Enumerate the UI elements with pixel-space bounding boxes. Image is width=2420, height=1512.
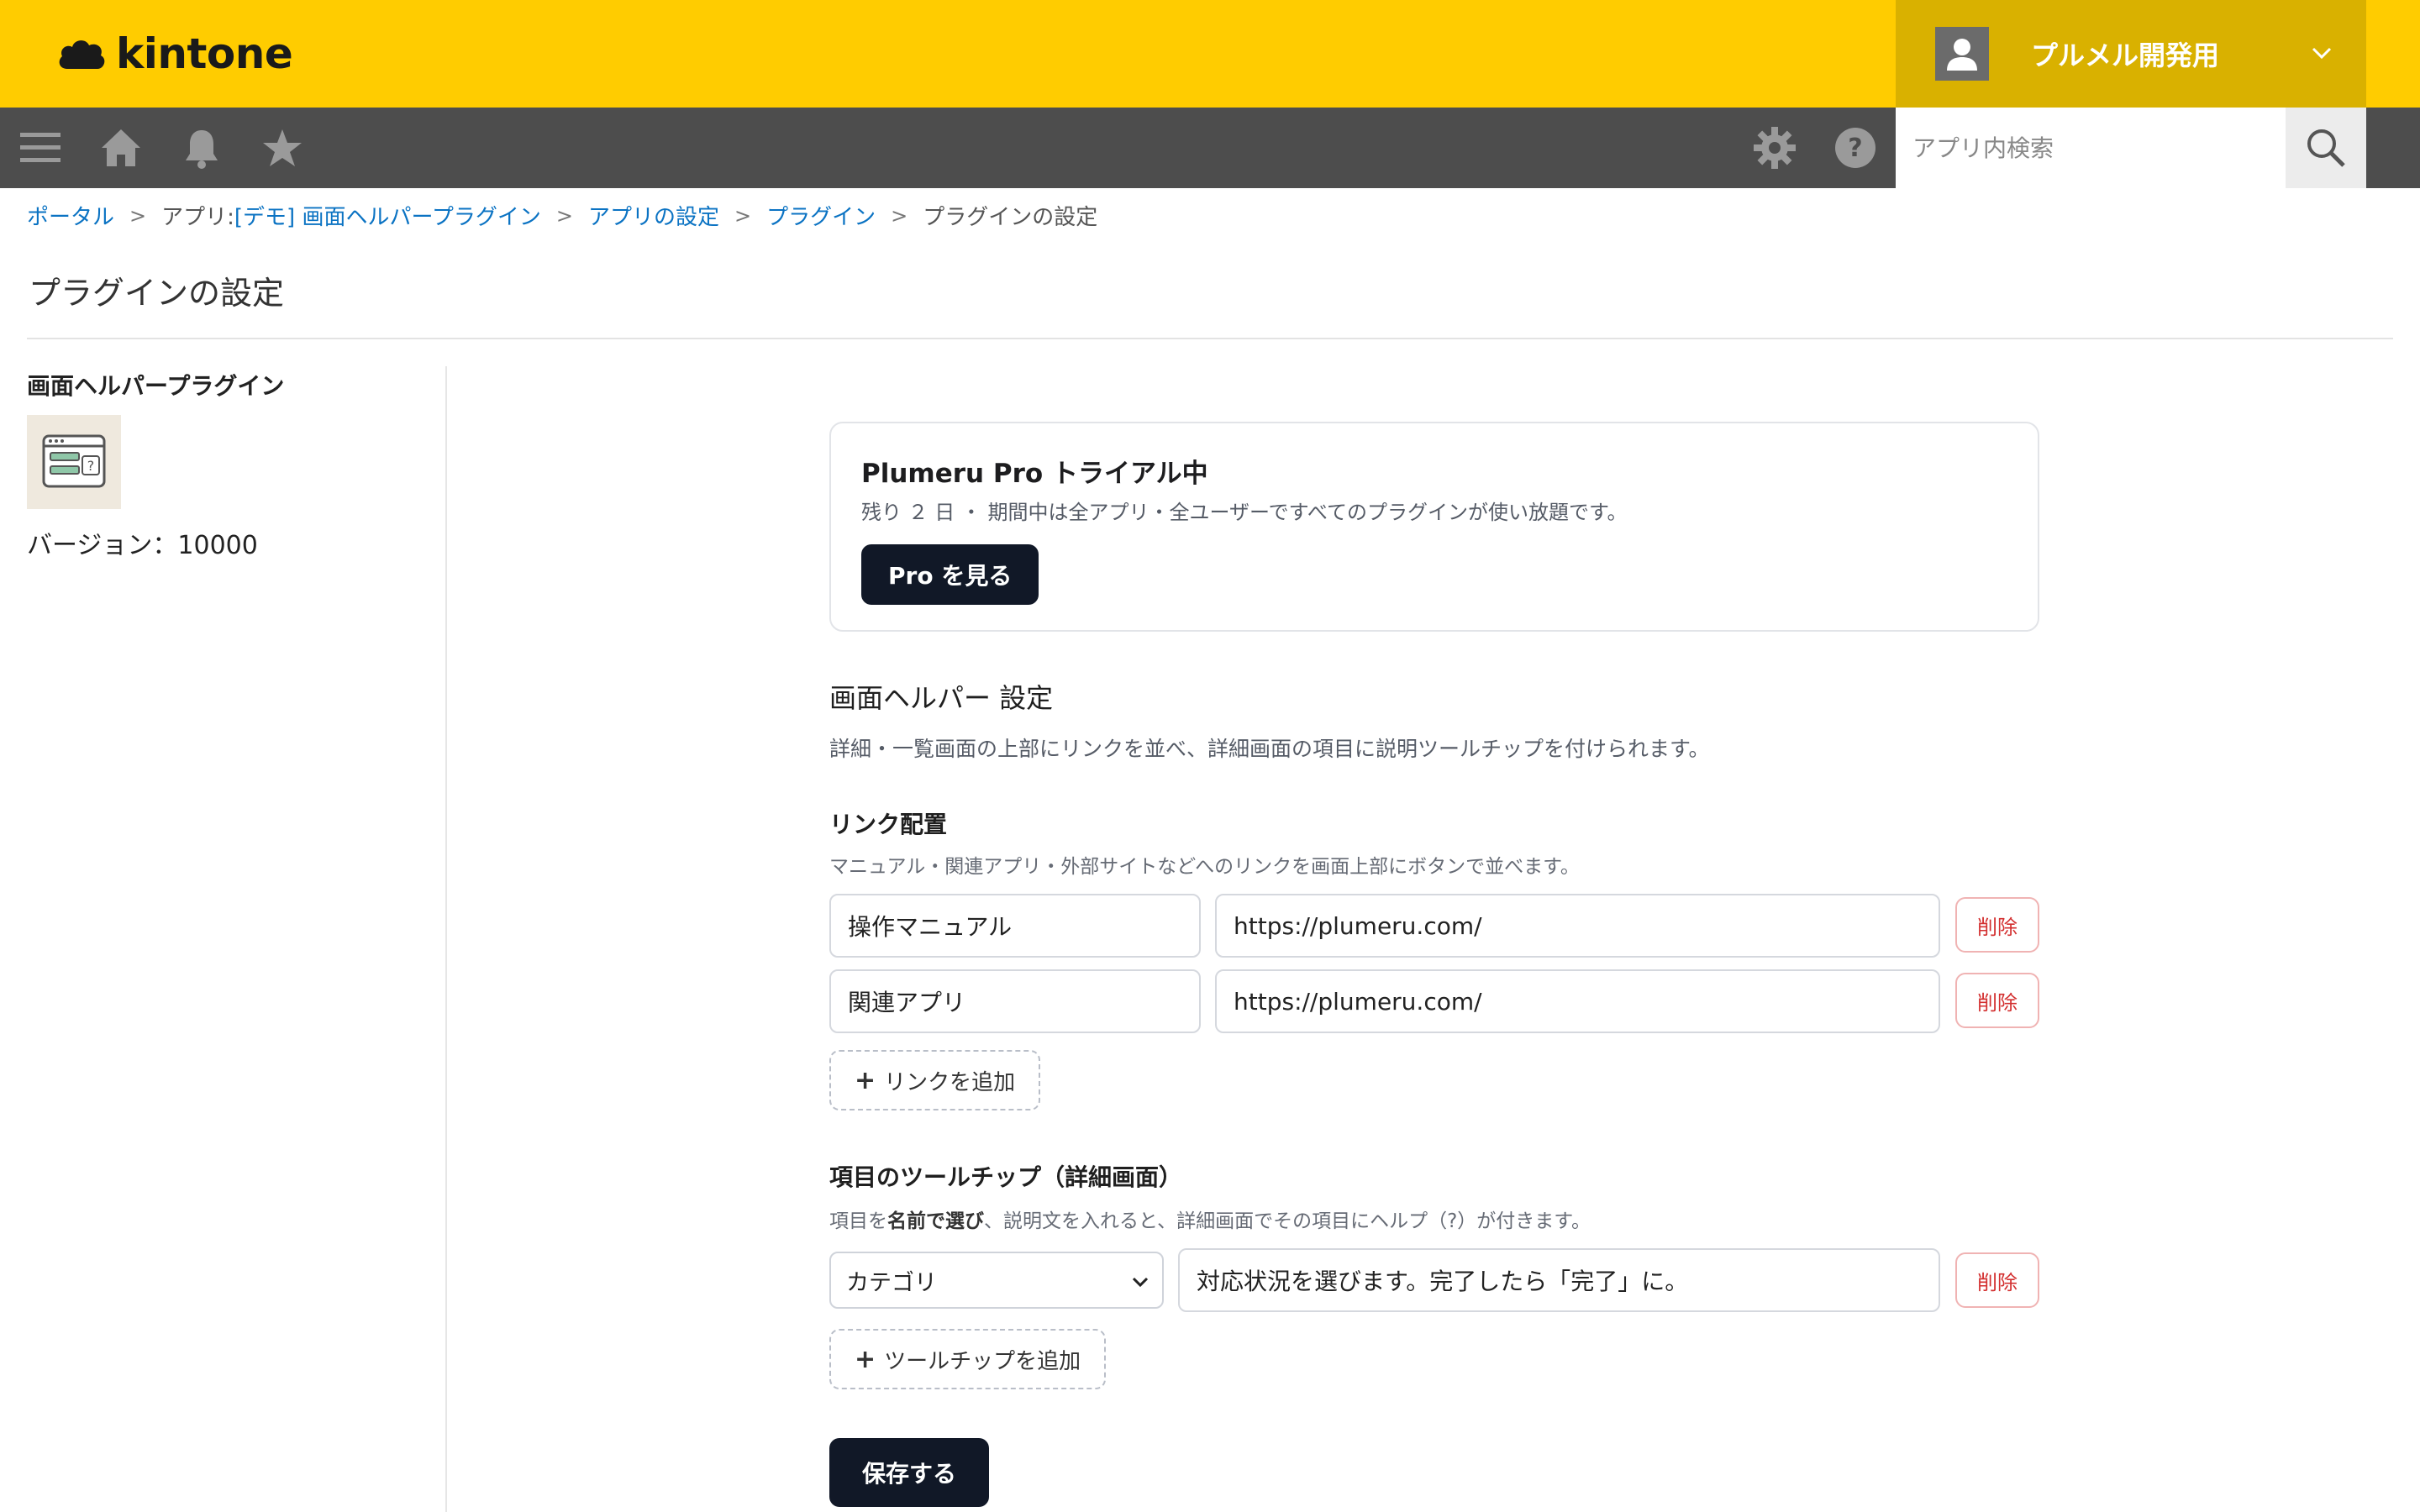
- search-input[interactable]: [1896, 108, 2289, 188]
- top-header: kintone プルメル開発用: [0, 0, 2420, 108]
- plus-icon: +: [855, 1344, 876, 1374]
- tooltip-text-input[interactable]: [1178, 1248, 1940, 1312]
- link-url-input[interactable]: [1215, 894, 1940, 958]
- user-name: プルメル開発用: [2031, 39, 2220, 71]
- delete-link-button[interactable]: 削除: [1955, 897, 2039, 953]
- breadcrumb: ポータル > アプリ: [デモ] 画面ヘルパープラグイン > アプリの設定 > …: [27, 200, 1097, 231]
- view-pro-button[interactable]: Pro を見る: [861, 544, 1039, 605]
- pro-card-title: Plumeru Pro トライアル中: [861, 459, 1208, 489]
- save-button[interactable]: 保存する: [829, 1438, 989, 1507]
- breadcrumb-app-prefix: アプリ:: [161, 205, 234, 230]
- link-label-input[interactable]: [829, 894, 1201, 958]
- add-tooltip-button[interactable]: + ツールチップを追加: [829, 1329, 1107, 1389]
- breadcrumb-current: プラグインの設定: [923, 205, 1098, 230]
- kintone-logo[interactable]: kintone: [55, 27, 293, 81]
- user-icon: [1947, 39, 1977, 71]
- breadcrumb-separator: >: [891, 203, 908, 228]
- breadcrumb-separator: >: [129, 203, 147, 228]
- breadcrumb-app[interactable]: [デモ] 画面ヘルパープラグイン: [234, 200, 541, 231]
- plugin-name: 画面ヘルパープラグイン: [27, 372, 285, 400]
- add-link-button[interactable]: + リンクを追加: [829, 1050, 1041, 1110]
- pro-trial-card: Plumeru Pro トライアル中 残り ２ 日 ・ 期間中は全アプリ・全ユー…: [829, 422, 2039, 632]
- settings-title: 画面ヘルパー 設定: [829, 682, 1054, 714]
- page-title: プラグインの設定: [29, 275, 285, 312]
- delete-link-button[interactable]: 削除: [1955, 973, 2039, 1028]
- help-icon[interactable]: ?: [1832, 124, 1879, 171]
- pro-card-subtitle: 残り ２ 日 ・ 期間中は全アプリ・全ユーザーですべてのプラグインが使い放題です…: [861, 501, 1628, 524]
- avatar: [1935, 27, 1989, 81]
- gear-icon[interactable]: [1751, 124, 1798, 171]
- chevron-down-icon: [1132, 1277, 1149, 1288]
- link-label-input[interactable]: [829, 969, 1201, 1033]
- breadcrumb-plugins[interactable]: プラグイン: [766, 200, 876, 231]
- search-button[interactable]: [2286, 108, 2366, 188]
- search-icon: [2307, 129, 2345, 167]
- links-section-description: マニュアル・関連アプリ・外部サイトなどへのリンクを画面上部にボタンで並べます。: [829, 856, 1580, 878]
- cloud-logo-icon: [59, 40, 105, 69]
- bell-icon[interactable]: [178, 124, 225, 171]
- links-section-title: リンク配置: [829, 811, 948, 838]
- tooltip-section-title: 項目のツールチップ（詳細画面）: [829, 1163, 1183, 1191]
- menu-icon[interactable]: [17, 124, 64, 171]
- settings-description: 詳細・一覧画面の上部にリンクを並べ、詳細画面の項目に説明ツールチップを付けられま…: [829, 737, 1710, 761]
- logo-text: kintone: [116, 29, 293, 78]
- screen-helper-icon: ?: [42, 434, 106, 488]
- breadcrumb-app-settings[interactable]: アプリの設定: [588, 200, 719, 231]
- plugin-version: バージョン：10000: [27, 531, 258, 560]
- breadcrumb-separator: >: [555, 203, 573, 228]
- home-icon[interactable]: [97, 124, 145, 171]
- tooltip-field-value: カテゴリ: [846, 1269, 937, 1296]
- add-link-label: リンクを追加: [884, 1069, 1016, 1095]
- add-tooltip-label: ツールチップを追加: [884, 1348, 1081, 1374]
- breadcrumb-portal[interactable]: ポータル: [27, 200, 114, 231]
- tooltip-field-select[interactable]: カテゴリ: [829, 1252, 1164, 1309]
- chevron-down-icon[interactable]: [2311, 42, 2333, 64]
- delete-tooltip-button[interactable]: 削除: [1955, 1252, 2039, 1308]
- tooltip-section-description: 項目を名前で選び、説明文を入れると、詳細画面でその項目にヘルプ（?）が付きます。: [829, 1210, 1591, 1232]
- link-url-input[interactable]: [1215, 969, 1940, 1033]
- svg-text:?: ?: [1848, 134, 1862, 163]
- star-icon[interactable]: [259, 124, 306, 171]
- search-box: [1896, 108, 2289, 188]
- breadcrumb-separator: >: [734, 203, 752, 228]
- user-menu[interactable]: プルメル開発用: [1896, 0, 2366, 108]
- sidebar-divider: [445, 366, 447, 1512]
- title-divider: [27, 338, 2393, 339]
- plus-icon: +: [855, 1065, 876, 1095]
- svg-text:?: ?: [87, 458, 95, 474]
- plugin-icon: ?: [27, 415, 121, 509]
